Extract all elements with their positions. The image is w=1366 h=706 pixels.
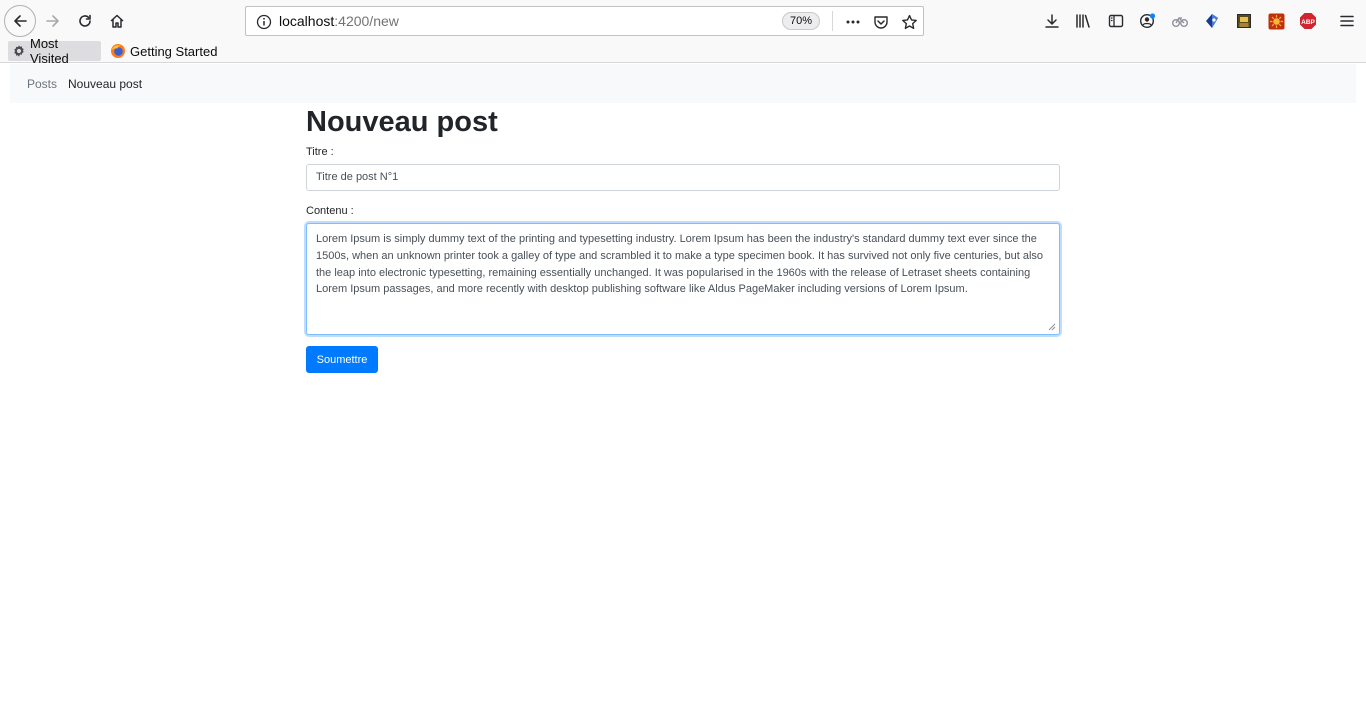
home-button[interactable] (102, 6, 132, 36)
bookmark-label: Most Visited (30, 36, 69, 66)
home-icon (110, 14, 124, 28)
page-title: Nouveau post (306, 106, 498, 138)
firefox-icon (110, 43, 126, 59)
download-icon[interactable] (1040, 9, 1064, 33)
title-label: Titre : (306, 146, 334, 158)
bookmark-most-visited[interactable]: Most Visited (8, 36, 101, 66)
url-separator (832, 11, 833, 31)
zoom-level-badge[interactable]: 70% (782, 12, 821, 30)
sun-icon[interactable] (1264, 9, 1288, 33)
bookmark-star-icon[interactable] (898, 11, 920, 33)
bookmark-label: Getting Started (130, 43, 218, 59)
content-text: Lorem Ipsum is simply dummy text of the … (316, 233, 1044, 296)
bookmarks-bar: Most Visited Getting Started (0, 36, 1366, 66)
more-actions-icon[interactable] (842, 11, 864, 33)
submit-button[interactable]: Soumettre (306, 346, 378, 373)
library-icon[interactable] (1072, 9, 1096, 33)
bookmark-getting-started[interactable]: Getting Started (106, 41, 221, 61)
breadcrumb-link-posts[interactable]: Posts (27, 77, 57, 91)
back-button[interactable] (4, 5, 36, 37)
reload-button[interactable] (70, 6, 100, 36)
new-post-form: Nouveau post Titre : Titre de post N°1 C… (306, 103, 1060, 373)
reload-icon (79, 14, 91, 27)
forward-button[interactable] (38, 6, 68, 36)
forward-arrow-icon (46, 15, 59, 27)
account-icon[interactable] (1136, 9, 1160, 33)
browser-toolbar: localhost:4200/new 70% ABP (0, 0, 1366, 41)
url-host: localhost (279, 13, 335, 29)
content-textarea[interactable]: Lorem Ipsum is simply dummy text of the … (306, 223, 1060, 335)
back-arrow-icon (14, 15, 27, 27)
url-bar[interactable]: localhost:4200/new 70% (245, 6, 924, 36)
resize-grip-icon[interactable] (1048, 323, 1056, 331)
picture-icon[interactable] (1232, 9, 1256, 33)
menu-icon[interactable] (1335, 9, 1359, 33)
url-path: :4200/new (334, 13, 399, 29)
url-text[interactable]: localhost:4200/new (279, 13, 399, 29)
gear-icon (12, 44, 26, 58)
breadcrumb-current: Nouveau post (68, 76, 143, 91)
adblock-icon[interactable]: ABP (1296, 9, 1320, 33)
pocket-icon[interactable] (870, 11, 892, 33)
sidebar-icon[interactable] (1104, 9, 1128, 33)
extension-icon[interactable] (1168, 9, 1192, 33)
shield-icon[interactable] (1200, 9, 1224, 33)
breadcrumb: Posts Nouveau post (10, 64, 1356, 103)
content-label: Contenu : (306, 205, 354, 217)
title-input[interactable]: Titre de post N°1 (306, 164, 1060, 191)
info-icon[interactable] (256, 14, 272, 30)
svg-text:ABP: ABP (1301, 19, 1315, 26)
